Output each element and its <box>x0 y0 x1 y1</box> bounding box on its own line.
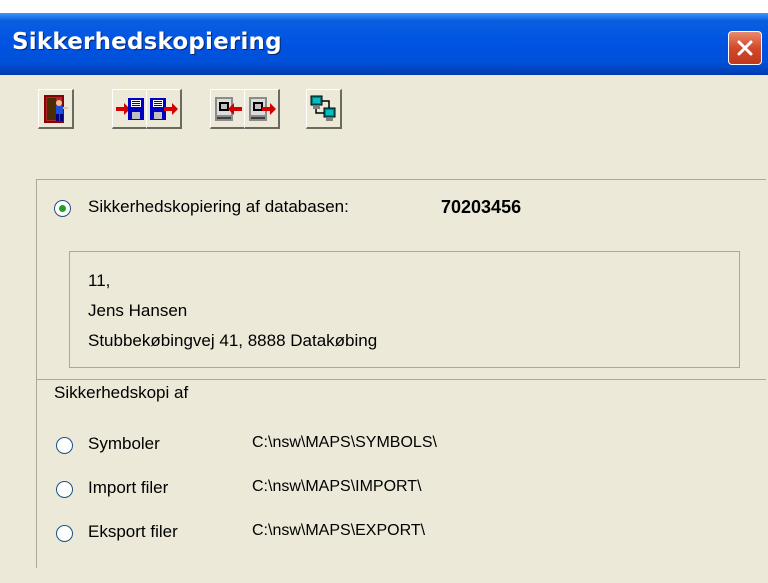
restore-from-disk-button[interactable] <box>146 89 182 129</box>
address-box: 11, Jens Hansen Stubbekøbingvej 41, 8888… <box>69 251 740 368</box>
database-radio[interactable] <box>54 200 71 217</box>
export-files-radio[interactable] <box>56 525 73 542</box>
save-to-disk-icon <box>116 98 144 120</box>
symbols-radio[interactable] <box>56 437 73 454</box>
backup-to-disk-button[interactable] <box>112 89 148 129</box>
export-files-path: C:\nsw\MAPS\EXPORT\ <box>252 522 426 539</box>
symbols-path: C:\nsw\MAPS\SYMBOLS\ <box>252 434 437 451</box>
load-from-disk-icon <box>150 98 178 120</box>
toolbar <box>38 89 428 133</box>
export-icon <box>249 97 276 121</box>
network-button[interactable] <box>306 89 342 129</box>
database-label: Sikkerhedskopiering af databasen: <box>88 197 349 216</box>
network-computers-icon <box>310 95 336 121</box>
title-bar[interactable]: Sikkerhedskopiering <box>0 13 768 75</box>
import-button[interactable] <box>210 89 246 129</box>
export-files-label: Eksport filer <box>88 522 178 541</box>
import-files-label: Import filer <box>88 478 169 497</box>
exit-door-icon <box>44 95 68 123</box>
database-number: 70203456 <box>441 197 522 217</box>
window-title: Sikkerhedskopiering <box>12 29 282 55</box>
import-icon <box>215 97 242 121</box>
close-icon <box>737 40 753 56</box>
address-line-2: Jens Hansen <box>88 301 188 320</box>
exit-button[interactable] <box>38 89 74 129</box>
address-line-1: 11, <box>88 271 111 290</box>
dialog-window: Sikkerhedskopiering Sikkerhedskopiering … <box>0 13 768 583</box>
close-button[interactable] <box>728 31 762 65</box>
symbols-label: Symboler <box>88 434 160 453</box>
address-line-3: Stubbekøbingvej 41, 8888 Datakøbing <box>88 331 378 350</box>
import-files-path: C:\nsw\MAPS\IMPORT\ <box>252 478 422 495</box>
import-files-radio[interactable] <box>56 481 73 498</box>
export-button[interactable] <box>244 89 280 129</box>
backup-heading: Sikkerhedskopi af <box>54 383 189 402</box>
